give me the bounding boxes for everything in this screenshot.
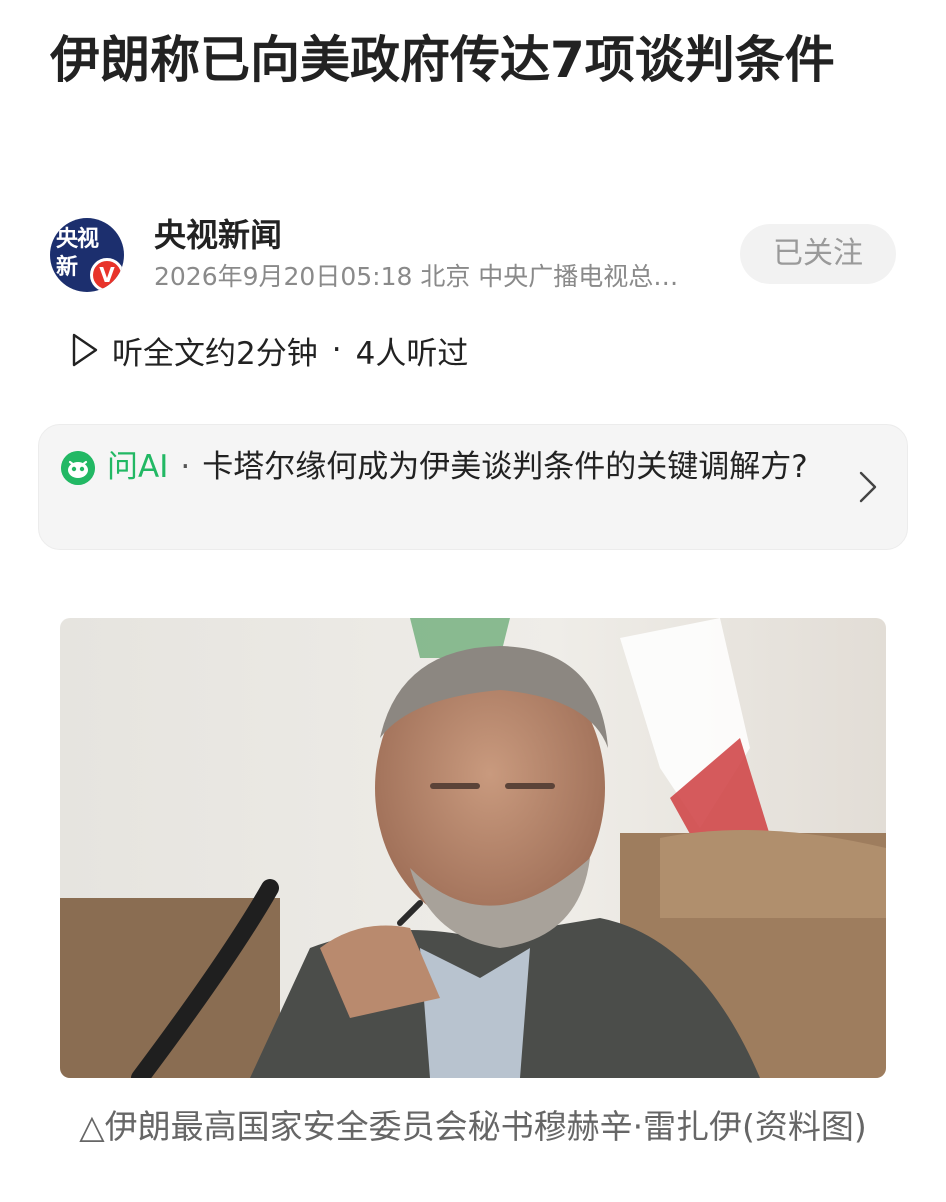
listen-duration: 听全文约2分钟 [112, 335, 318, 372]
publish-meta: 2026年9月20日05:18 北京 中央广播电视总… [154, 262, 679, 291]
listen-row[interactable]: 听全文约2分钟 · 4人听过 [70, 326, 468, 374]
listen-separator: · [331, 332, 342, 368]
ask-ai-text: 问AI · 卡塔尔缘何成为伊美谈判条件的关键调解方? [107, 445, 837, 489]
article-photo[interactable] [60, 618, 886, 1078]
follow-button[interactable]: 已关注 [740, 224, 896, 284]
chevron-right-icon [859, 471, 877, 503]
avatar[interactable]: 央视新 V [50, 218, 124, 292]
ask-ai-question: 卡塔尔缘何成为伊美谈判条件的关键调解方? [202, 449, 808, 485]
ask-ai-card[interactable]: 问AI · 卡塔尔缘何成为伊美谈判条件的关键调解方? [38, 424, 908, 550]
ai-assistant-icon [61, 451, 95, 485]
listener-count: 4人听过 [355, 335, 469, 372]
ask-ai-label: 问AI [107, 449, 169, 485]
author-name[interactable]: 央视新闻 [154, 214, 282, 256]
portrait-photo [60, 618, 886, 1078]
author-row: 央视新 V 央视新闻 2026年9月20日05:18 北京 中央广播电视总… 已… [50, 212, 896, 292]
article-title: 伊朗称已向美政府传达7项谈判条件 [50, 31, 835, 89]
play-icon [72, 333, 98, 367]
image-caption: △伊朗最高国家安全委员会秘书穆赫辛·雷扎伊(资料图) [79, 1107, 867, 1146]
ask-ai-separator: · [180, 449, 191, 485]
verified-badge: V [90, 258, 124, 292]
